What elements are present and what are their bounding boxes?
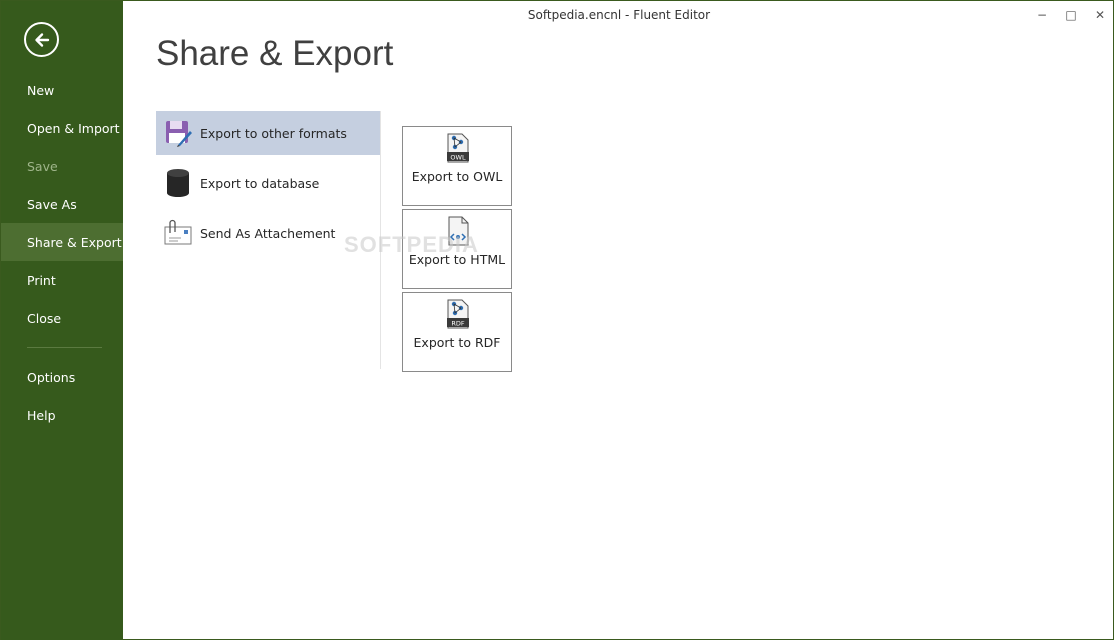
window-title: Softpedia.encnl - Fluent Editor [527,8,711,22]
close-window-button[interactable]: ✕ [1088,5,1112,25]
nav-open-import[interactable]: Open & Import [1,109,123,147]
nav-help-label: Help [27,407,56,423]
option-export-database[interactable]: Export to database [156,161,380,205]
nav-new-label: New [27,82,55,98]
email-attachment-icon [163,218,193,248]
nav-share-export-label: Share & Export [27,234,122,250]
option-label: Export to other formats [200,125,347,141]
nav-save-as[interactable]: Save As [1,185,123,223]
nav-separator [27,347,102,348]
nav-share-export[interactable]: Share & Export [1,223,123,261]
backstage-sidebar: New Open & Import Save Save As Share & E… [1,1,123,640]
watermark: SOFTPEDIA [344,232,479,257]
nav-print-label: Print [27,272,56,288]
nav-open-import-label: Open & Import [27,120,120,136]
nav-close-label: Close [27,310,62,326]
nav-save-label: Save [27,158,58,174]
nav-help[interactable]: Help [1,396,123,434]
rdf-file-icon: RDF [447,299,469,329]
nav-new[interactable]: New [1,71,123,109]
back-button[interactable] [24,22,59,57]
rdf-badge: RDF [451,320,465,328]
page-title: Share & Export [156,34,394,73]
tile-label: Export to OWL [411,169,503,184]
nav-save-as-label: Save As [27,196,77,212]
option-label: Send As Attachement [200,225,336,241]
minimize-icon: − [1036,8,1048,22]
option-label: Export to database [200,175,320,191]
nav-options-label: Options [27,369,76,385]
close-icon: ✕ [1094,8,1106,22]
maximize-icon: □ [1065,8,1077,22]
nav-close[interactable]: Close [1,299,123,337]
minimize-button[interactable]: − [1030,5,1054,25]
nav-print[interactable]: Print [1,261,123,299]
nav-save: Save [1,147,123,185]
tile-export-rdf[interactable]: RDF Export to RDF [402,292,512,372]
maximize-button[interactable]: □ [1059,5,1083,25]
tile-export-owl[interactable]: OWL Export to OWL [402,126,512,206]
back-arrow-icon [34,32,49,47]
owl-badge: OWL [450,154,466,162]
database-icon [163,168,193,198]
app-window: New Open & Import Save Save As Share & E… [0,0,1114,640]
option-export-other-formats[interactable]: Export to other formats [156,111,380,155]
owl-file-icon: OWL [447,133,469,163]
nav-options[interactable]: Options [1,358,123,396]
floppy-export-icon [163,118,193,148]
tile-label: Export to RDF [413,335,501,350]
